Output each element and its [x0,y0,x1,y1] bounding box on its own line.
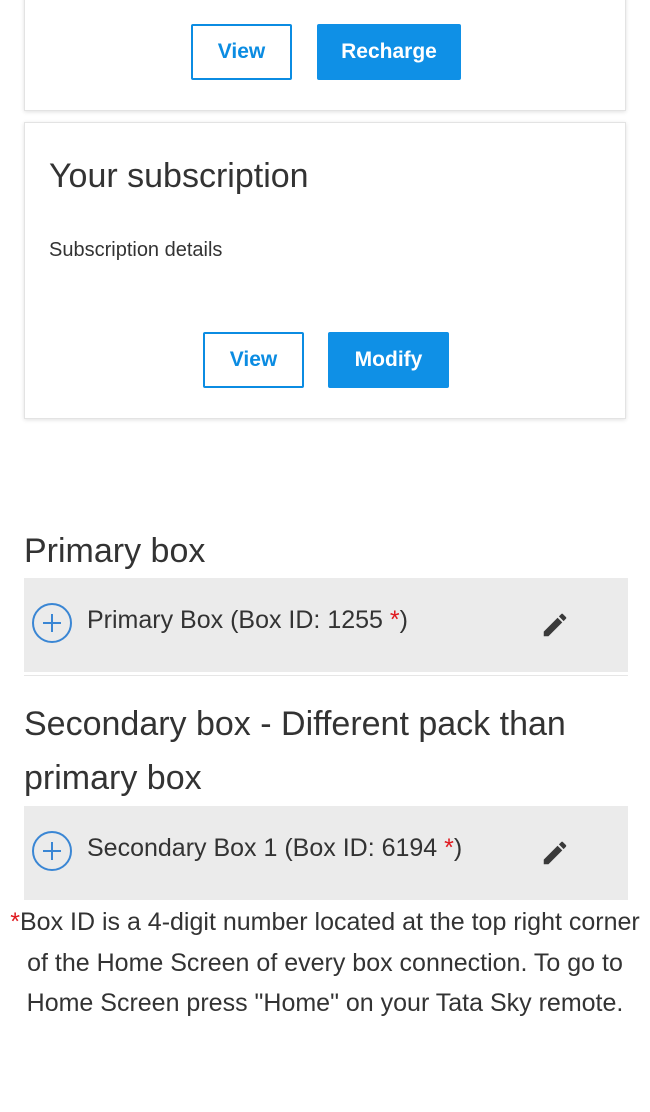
close-paren: ) [453,834,463,862]
secondary-heading-line2: primary box [24,759,202,797]
section-divider [24,675,628,676]
subscription-card: Your subscription Subscription details V… [24,122,626,419]
pencil-icon[interactable] [540,610,570,640]
subscription-title: Your subscription [49,157,309,195]
primary-box-label: Primary Box (Box ID: 1255 *) [87,606,408,635]
secondary-box-row[interactable]: Secondary Box 1 (Box ID: 6194 *) [24,806,628,900]
plus-glyph-icon [43,842,61,860]
secondary-box-text: Secondary Box 1 (Box ID: 6194 [87,834,445,862]
subscription-view-button[interactable]: View [203,332,304,388]
secondary-box-heading: Secondary box - Different pack than prim… [24,697,566,805]
footnote-text: Box ID is a 4-digit number located at th… [19,908,640,1017]
plus-glyph-icon [43,614,61,632]
primary-box-heading: Primary box [24,532,206,570]
box-id-footnote: *Box ID is a 4-digit number located at t… [0,902,650,1024]
footnote-asterisk: * [10,908,20,936]
pencil-icon[interactable] [540,838,570,868]
balance-card: View Recharge [24,0,626,111]
required-asterisk: * [389,606,400,634]
recharge-button[interactable]: Recharge [317,24,461,80]
secondary-box-label: Secondary Box 1 (Box ID: 6194 *) [87,834,462,863]
primary-box-text: Primary Box (Box ID: 1255 [87,606,390,634]
required-asterisk: * [444,834,454,862]
subscription-details-label: Subscription details [49,239,223,261]
secondary-heading-line1: Secondary box - Different pack than [24,705,566,743]
primary-box-row[interactable]: Primary Box (Box ID: 1255 *) [24,578,628,672]
plus-circle-icon[interactable] [32,603,72,643]
close-paren: ) [399,606,408,634]
balance-view-button[interactable]: View [191,24,292,80]
modify-button[interactable]: Modify [328,332,449,388]
plus-circle-icon[interactable] [32,831,72,871]
